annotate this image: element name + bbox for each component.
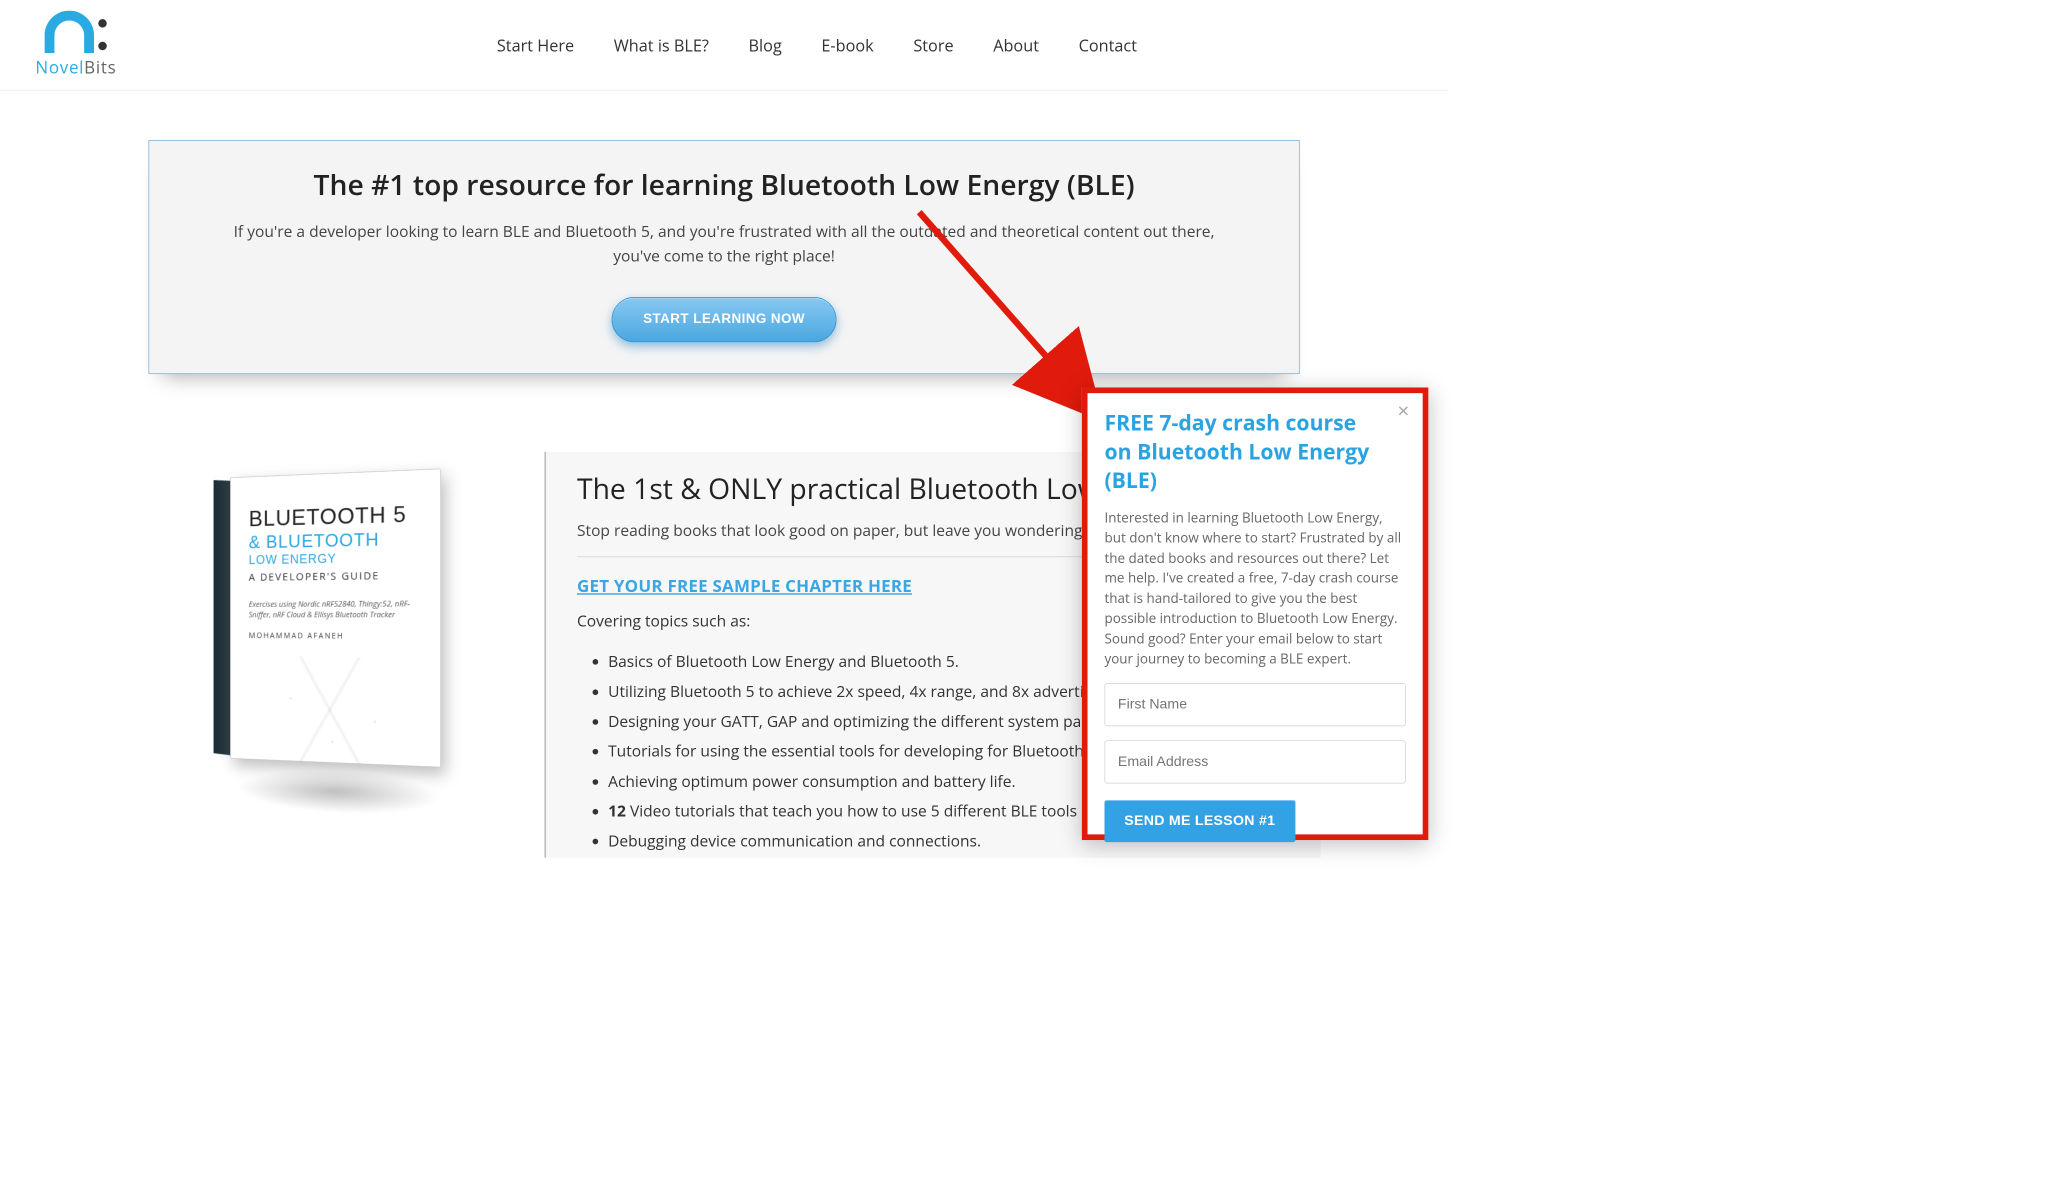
start-learning-button[interactable]: START LEARNING NOW <box>611 297 837 342</box>
logo-text: NovelBits <box>35 56 116 79</box>
signup-popup: ✕ FREE 7-day crash course on Bluetooth L… <box>1082 387 1428 840</box>
hero-title: The #1 top resource for learning Bluetoo… <box>177 165 1270 204</box>
nav-contact[interactable]: Contact <box>1079 34 1137 57</box>
logo-icon <box>45 11 107 53</box>
book-image: BLUETOOTH 5 & BLUETOOTH LOW ENERGY A DEV… <box>205 452 460 858</box>
popup-title: FREE 7-day crash course on Bluetooth Low… <box>1104 409 1405 495</box>
first-name-field[interactable] <box>1104 683 1405 726</box>
nav-store[interactable]: Store <box>913 34 953 57</box>
nav-what-is-ble[interactable]: What is BLE? <box>614 34 709 57</box>
send-lesson-button[interactable]: SEND ME LESSON #1 <box>1104 800 1295 842</box>
book-author: MOHAMMAD AFANEH <box>249 631 420 643</box>
annotation-arrow-icon <box>912 205 1110 417</box>
book-exercises: Exercises using Nordic nRF52840, Thingy:… <box>249 599 420 621</box>
nav-ebook[interactable]: E-book <box>821 34 873 57</box>
sample-chapter-link[interactable]: GET YOUR FREE SAMPLE CHAPTER HERE <box>577 574 912 597</box>
email-field[interactable] <box>1104 740 1405 783</box>
close-icon[interactable]: ✕ <box>1397 403 1410 419</box>
logo[interactable]: NovelBits <box>35 11 116 80</box>
book-subtitle: A DEVELOPER'S GUIDE <box>249 568 420 584</box>
hero-card: The #1 top resource for learning Bluetoo… <box>148 140 1299 374</box>
nav-blog[interactable]: Blog <box>749 34 782 57</box>
nav-start-here[interactable]: Start Here <box>497 34 574 57</box>
main-nav: Start Here What is BLE? Blog E-book Stor… <box>497 34 1406 57</box>
popup-body: Interested in learning Bluetooth Low Ene… <box>1104 507 1405 668</box>
site-header: NovelBits Start Here What is BLE? Blog E… <box>0 0 1448 91</box>
nav-about[interactable]: About <box>993 34 1039 57</box>
book-title-line3: LOW ENERGY <box>249 550 420 568</box>
